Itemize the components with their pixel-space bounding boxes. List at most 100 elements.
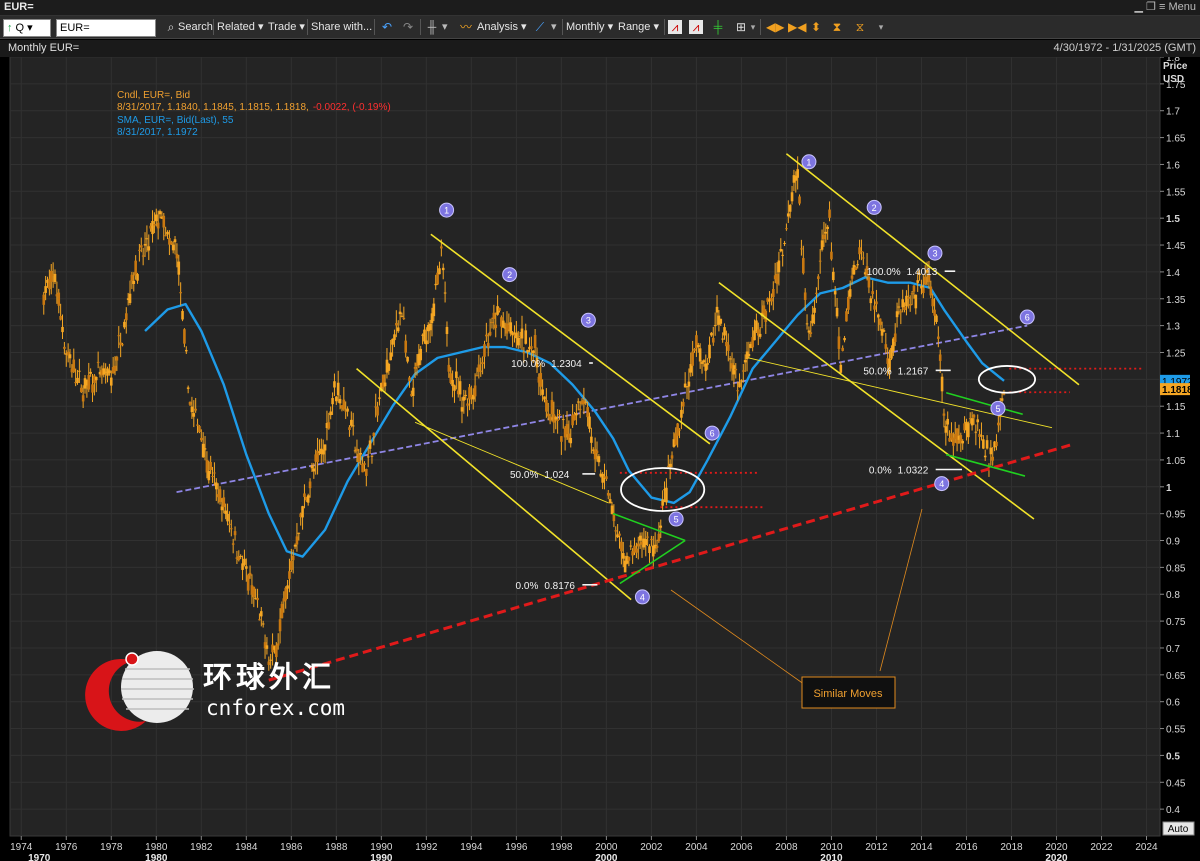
window-controls[interactable]: ▁ ❐ ≡ Menu: [1135, 0, 1196, 13]
price-candle: [687, 381, 691, 387]
price-candle: [843, 337, 846, 341]
price-candle: [115, 356, 119, 361]
price-candle: [464, 394, 468, 396]
price-candle: [721, 338, 724, 340]
search-icon[interactable]: ⌕: [164, 20, 178, 34]
x-tick-label: 2008: [775, 842, 798, 853]
x-tick-label: 2010: [820, 842, 843, 853]
green-arrow-icon: ↑: [7, 22, 13, 34]
price-candle: [432, 303, 436, 317]
price-candle: [192, 413, 196, 417]
auto-scale-button[interactable]: Auto: [1162, 821, 1195, 836]
scroll-y-icon[interactable]: ⬍: [809, 20, 823, 34]
price-candle: [406, 356, 409, 362]
price-candle: [665, 487, 668, 503]
wave-label: 1: [444, 206, 449, 216]
price-candle: [156, 222, 160, 229]
price-candle: [108, 370, 111, 374]
analysis-icon[interactable]: 〰: [459, 20, 473, 34]
fib-level-value: 1.024: [544, 470, 569, 481]
legend-series-1: Cndl, EUR=, Bid: [117, 90, 190, 101]
redo-icon[interactable]: ↷: [401, 20, 415, 34]
range-button[interactable]: Range ▾: [618, 19, 659, 35]
x-tick-label: 1974: [10, 842, 33, 853]
date-range[interactable]: 4/30/1972 - 1/31/2025 (GMT): [1054, 42, 1196, 54]
price-candle: [515, 332, 518, 339]
toolbar: ↑ Q ▾ EUR= ⌕ Search Related ▾ Trade ▾ Sh…: [0, 16, 1200, 39]
price-candle: [805, 323, 809, 325]
zoom-x-icon[interactable]: ▶◀: [788, 20, 806, 34]
price-candle: [72, 359, 76, 372]
price-candle: [541, 389, 544, 395]
price-candle: [871, 291, 874, 295]
ric-input[interactable]: EUR=: [56, 19, 156, 37]
price-candle: [306, 495, 310, 503]
add-dropdown-icon[interactable]: ▾: [746, 20, 760, 34]
price-candle: [586, 407, 589, 418]
zoom-y-icon[interactable]: ⧗: [830, 20, 844, 34]
y-tick-label: 1: [1166, 483, 1172, 494]
share-button[interactable]: Share with...: [311, 19, 372, 35]
price-candle: [428, 323, 432, 331]
price-candle: [826, 226, 829, 229]
interval-button[interactable]: Monthly ▾: [566, 19, 613, 35]
more-dropdown-icon[interactable]: ▾: [874, 20, 888, 34]
price-candle: [393, 334, 396, 341]
price-candle: [531, 350, 535, 354]
price-candle: [184, 349, 188, 352]
price-candle: [280, 603, 284, 619]
price-candle: [231, 543, 235, 545]
fib-level-percent: 100.0%: [867, 267, 901, 278]
price-candle: [516, 337, 520, 346]
price-candle: [824, 231, 828, 234]
fib-level-percent: 100.0%: [511, 359, 545, 370]
restore-icon[interactable]: ❐: [1146, 1, 1156, 13]
price-candle: [933, 309, 936, 316]
undo-icon[interactable]: ↶: [380, 20, 394, 34]
menu-label[interactable]: Menu: [1168, 1, 1196, 13]
price-candle: [734, 368, 738, 371]
scroll-left-icon[interactable]: ◀▶: [766, 20, 784, 34]
price-candle: [777, 260, 781, 273]
related-button[interactable]: Related ▾: [217, 19, 264, 35]
price-candle: [818, 260, 822, 262]
menu-icon[interactable]: ≡: [1159, 1, 1165, 13]
price-candle: [989, 447, 993, 455]
line-chart-icon[interactable]: ⩘: [668, 20, 682, 34]
x-major-label: 2010: [820, 853, 843, 861]
compare-icon[interactable]: ⩘: [689, 20, 703, 34]
price-candle: [691, 351, 694, 366]
x-tick-label: 1992: [415, 842, 438, 853]
price-candle: [856, 264, 859, 266]
price-candle: [423, 329, 426, 342]
price-candle: [702, 360, 706, 363]
price-candle: [817, 276, 820, 279]
crosshair-icon[interactable]: ╪: [711, 20, 725, 34]
window-titlebar: EUR= ▁ ❐ ≡ Menu: [0, 0, 1200, 16]
y-tick-label: 1.7: [1166, 107, 1180, 118]
price-candle: [181, 310, 184, 320]
draw-line-icon[interactable]: ⟋: [533, 20, 547, 34]
y-tick-label: 0.75: [1166, 617, 1186, 628]
price-candle: [158, 211, 162, 215]
chart-area[interactable]: Price USD 0.40.450.50.550.60.650.70.750.…: [0, 57, 1200, 861]
candlestick-icon[interactable]: ╫: [425, 20, 439, 34]
minimize-icon[interactable]: ▁: [1135, 1, 1143, 13]
chart-type-dropdown[interactable]: ▾: [442, 19, 448, 35]
ric-type-selector[interactable]: ↑ Q ▾: [3, 19, 51, 37]
trade-button[interactable]: Trade ▾: [268, 19, 305, 35]
analysis-button[interactable]: Analysis ▾: [477, 19, 527, 35]
price-candle: [366, 456, 370, 458]
draw-dropdown[interactable]: ▾: [551, 19, 557, 35]
price-candle: [342, 399, 346, 410]
price-candle: [659, 525, 663, 528]
x-tick-label: 2022: [1090, 842, 1113, 853]
price-candle: [209, 462, 212, 470]
price-candle: [644, 539, 648, 546]
price-candle: [293, 544, 297, 547]
auto-label[interactable]: Auto: [1168, 824, 1189, 835]
search-button[interactable]: Search: [178, 19, 213, 35]
price-candle: [177, 261, 181, 275]
price-candle: [278, 619, 282, 632]
fit-icon[interactable]: ⧖: [853, 20, 867, 34]
